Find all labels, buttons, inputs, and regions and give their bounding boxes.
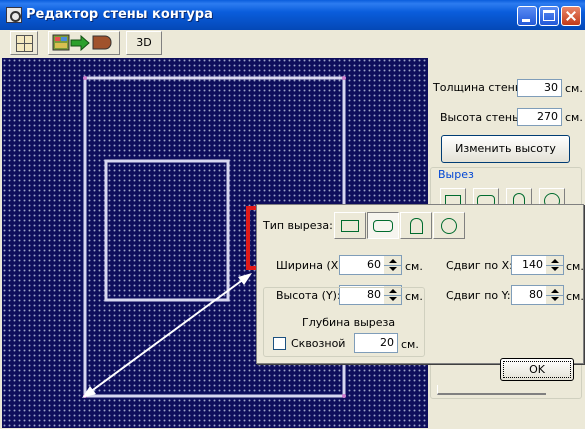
wall-thickness-label: Толщина стены [433, 81, 524, 94]
cutout-width-label: Ширина (X): [276, 259, 347, 272]
window-title: Редактор стены контура [26, 7, 213, 22]
cutout-depth-input[interactable]: 20 [354, 333, 398, 353]
opening-rect [104, 159, 230, 302]
offset-x-label: Сдвиг по X: [446, 259, 513, 272]
dimension-arrow [85, 275, 249, 396]
ok-button[interactable]: OK [500, 358, 574, 381]
wall-height-label: Высота стены [440, 111, 521, 124]
minimize-button[interactable] [517, 6, 537, 26]
cutout-type-circle-button[interactable] [433, 212, 465, 239]
offset-y-spinner[interactable] [546, 285, 564, 305]
import-wall-button[interactable] [48, 31, 120, 55]
close-button[interactable] [561, 6, 581, 26]
wall-height-unit: см. [565, 111, 583, 124]
corner-handle-br [342, 394, 346, 398]
arch-icon [410, 218, 423, 234]
arrow-head-end [238, 273, 252, 285]
corner-handle-tr [342, 76, 346, 80]
ok-button-label: OK [529, 363, 545, 376]
cutout-type-arch-button[interactable] [400, 212, 432, 239]
rectangle-icon [341, 220, 359, 232]
offset-y-input[interactable]: 80 [511, 285, 547, 305]
panel-hidden-button[interactable] [437, 385, 546, 395]
maximize-button[interactable] [539, 6, 559, 26]
circle-icon [441, 218, 457, 234]
cutout-width-unit: см. [405, 260, 423, 273]
change-height-button[interactable]: Изменить высоту [441, 135, 570, 163]
offset-x-spinner[interactable] [546, 255, 564, 275]
offset-x-unit: см. [566, 260, 584, 273]
cutout-group-label: Вырез [436, 168, 476, 181]
offset-y-unit: см. [566, 290, 584, 303]
wall-height-input[interactable]: 270 [517, 108, 562, 126]
offset-x-input[interactable]: 140 [511, 255, 547, 275]
view-3d-button[interactable]: 3D [126, 31, 162, 55]
wall-thickness-input[interactable]: 30 [517, 79, 562, 97]
offset-y-label: Сдвиг по Y: [446, 289, 511, 302]
through-label[interactable]: Сквозной [291, 337, 345, 350]
rounded-rectangle-icon [373, 220, 393, 232]
cutout-depth-group-label: Глубина выреза [302, 316, 396, 329]
cutout-width-input[interactable]: 60 [339, 255, 385, 275]
wall-thickness-unit: см. [565, 82, 583, 95]
app-icon[interactable] [6, 7, 22, 23]
through-checkbox[interactable] [273, 337, 286, 350]
cutout-width-spinner[interactable] [384, 255, 402, 275]
cutout-type-label: Тип выреза: [263, 219, 333, 232]
cutout-type-rectangle-button[interactable] [334, 212, 366, 239]
cutout-depth-unit: см. [401, 338, 419, 351]
grid-toggle-button[interactable] [10, 31, 38, 55]
cutout-type-rounded-button[interactable] [367, 212, 399, 239]
corner-handle-tl [83, 76, 87, 80]
import-wall-icon [52, 34, 112, 52]
